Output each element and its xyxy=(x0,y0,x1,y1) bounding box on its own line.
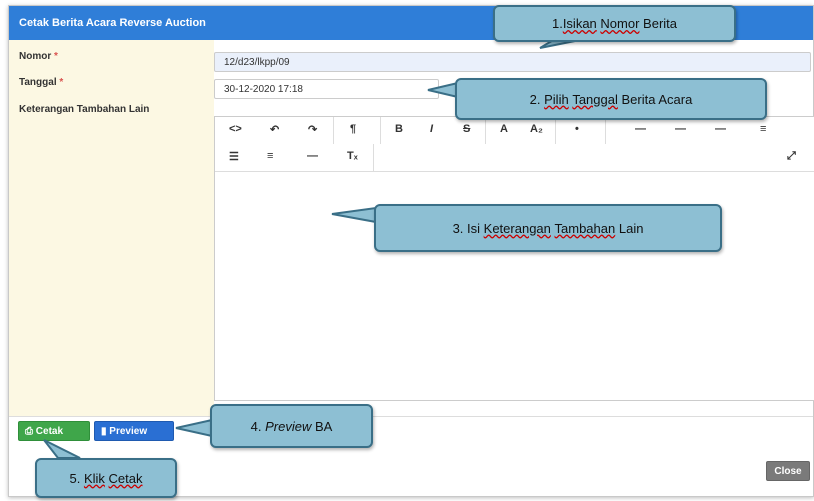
callout-4-pointer xyxy=(175,418,213,438)
callout-1: 1. Isikan Nomor Berita xyxy=(493,5,736,42)
callout-3-pointer xyxy=(331,206,377,224)
callout-2: 2. Pilih Tanggal Berita Acara xyxy=(455,78,767,120)
callout-4: 4. Preview BA xyxy=(210,404,373,448)
callout-5: 5. Klik Cetak xyxy=(35,458,177,498)
callout-3: 3. Isi Keterangan Tambahan Lain xyxy=(374,204,722,252)
callout-5-pointer xyxy=(43,439,81,459)
